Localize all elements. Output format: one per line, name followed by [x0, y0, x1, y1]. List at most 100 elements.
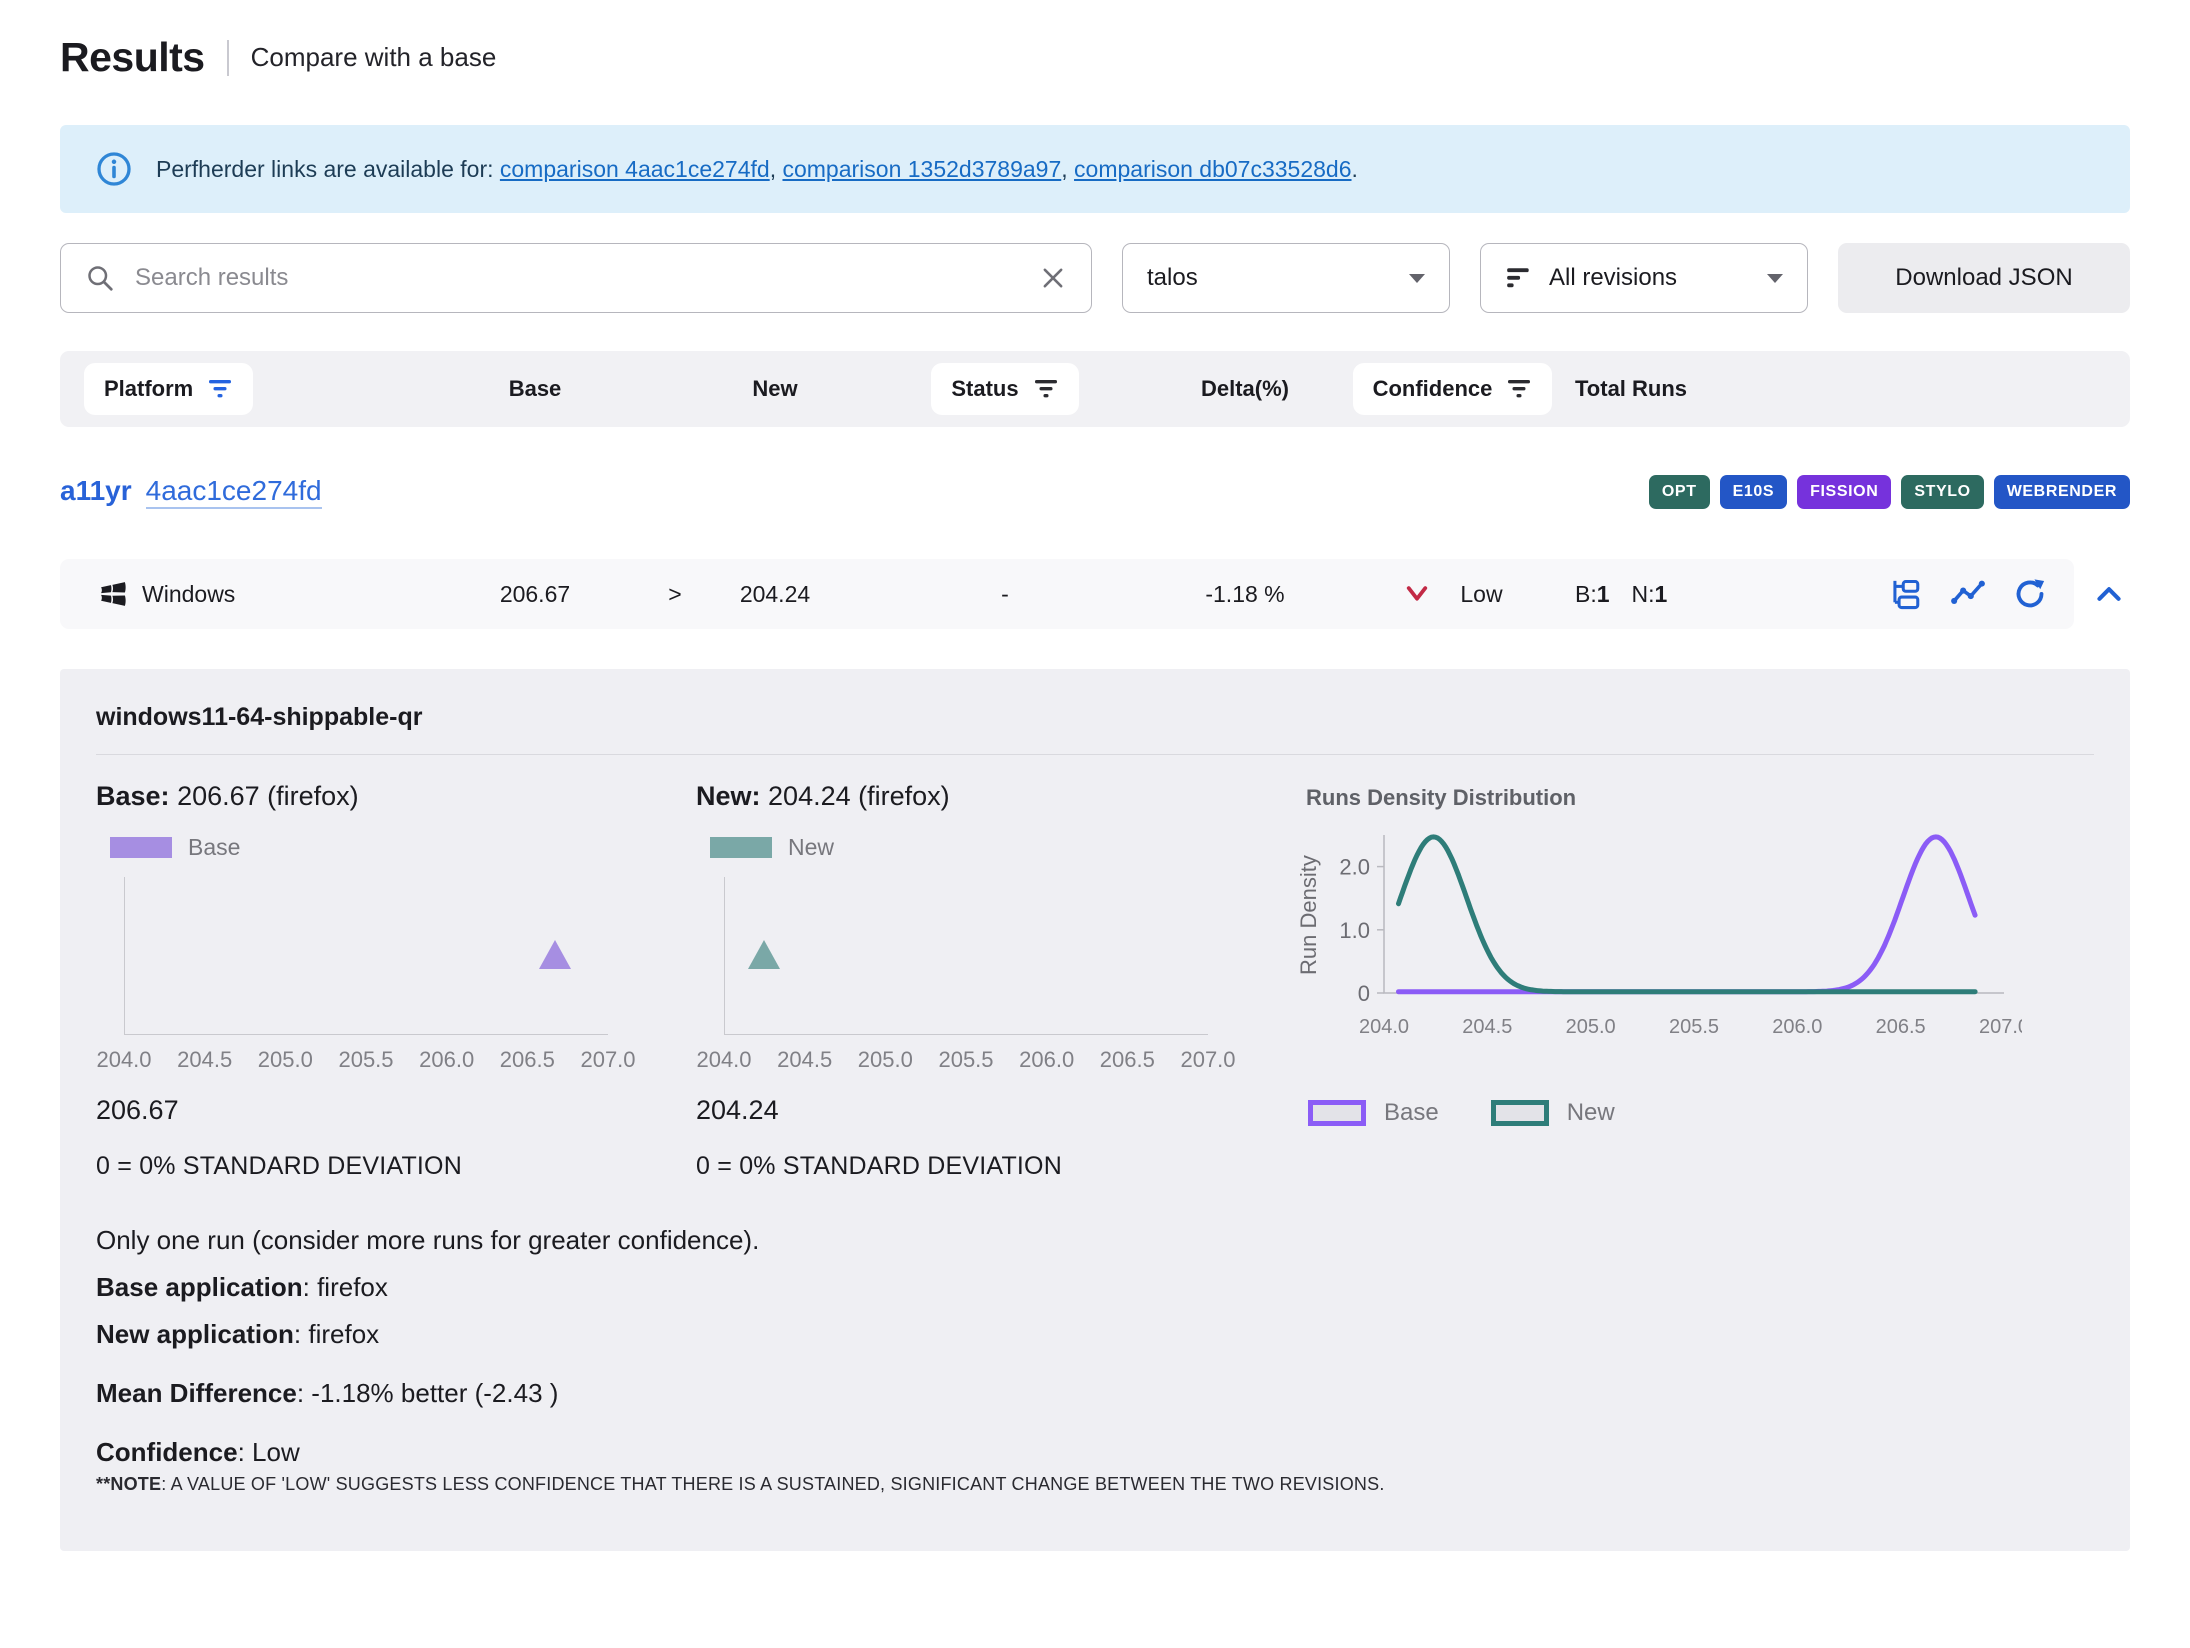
base-label: Base: — [96, 781, 170, 811]
svg-text:206.0: 206.0 — [1772, 1016, 1822, 1038]
filter-icon — [1506, 378, 1532, 400]
x-tick-label: 207.0 — [1180, 1047, 1235, 1073]
search-input[interactable] — [135, 264, 1019, 292]
platform-name: Windows — [142, 581, 235, 608]
clear-search-icon[interactable] — [1039, 264, 1067, 292]
total-runs-header-label: Total Runs — [1575, 376, 1800, 402]
new-legend-label: New — [788, 834, 834, 861]
info-icon — [96, 151, 132, 187]
x-tick-label: 206.0 — [1019, 1047, 1074, 1073]
suite-link[interactable]: a11yr — [60, 475, 132, 507]
chevron-down-icon — [1409, 274, 1425, 283]
confidence-header-label: Confidence — [1373, 376, 1493, 402]
x-tick-label: 207.0 — [580, 1047, 635, 1073]
divider — [96, 754, 2094, 755]
graph-button[interactable] — [1950, 576, 1986, 612]
legend-swatch — [1308, 1100, 1366, 1126]
line-graph-icon — [1950, 576, 1986, 612]
download-json-button[interactable]: Download JSON — [1838, 243, 2130, 313]
runs-n-value: 1 — [1655, 581, 1668, 607]
status-filter-button[interactable]: Status — [931, 363, 1078, 415]
base-run-marker — [539, 940, 571, 969]
detail-notes: Only one run (consider more runs for gre… — [96, 1225, 2094, 1495]
info-banner: Perfherder links are available for: comp… — [60, 125, 2130, 213]
legend-swatch — [1491, 1100, 1549, 1126]
x-tick-label: 205.0 — [258, 1047, 313, 1073]
page-header: Results Compare with a base — [60, 34, 2130, 81]
new-application-line: New application: firefox — [96, 1319, 2094, 1350]
tag-badge-e10s: E10S — [1720, 475, 1788, 509]
status-header-label: Status — [951, 376, 1018, 402]
status-value: - — [1001, 581, 1009, 608]
svg-text:0: 0 — [1358, 981, 1370, 1006]
refresh-icon — [2012, 576, 2048, 612]
legend-label: New — [1567, 1099, 1615, 1127]
runs-b-label: B: — [1575, 581, 1597, 607]
framework-value: talos — [1147, 264, 1198, 292]
svg-text:204.0: 204.0 — [1359, 1016, 1409, 1038]
new-run-marker — [748, 940, 780, 969]
runs-n-label: N: — [1632, 581, 1655, 607]
page-title: Results — [60, 34, 205, 81]
filter-icon — [207, 378, 233, 400]
subtests-button[interactable] — [1888, 576, 1924, 612]
svg-text:206.5: 206.5 — [1876, 1016, 1926, 1038]
base-stddev-text: 0 = 0% STANDARD DEVIATION — [96, 1152, 656, 1181]
platform-filter-button[interactable]: Platform — [84, 363, 253, 415]
retrigger-button[interactable] — [2012, 576, 2048, 612]
density-legend: Base New — [1296, 1099, 2094, 1127]
regression-down-icon — [1402, 581, 1432, 607]
base-mean-value: 206.67 — [96, 1095, 656, 1126]
base-run-plot: 204.0204.5205.0205.5206.0206.5207.0 — [96, 877, 656, 1083]
platform-header-label: Platform — [104, 376, 193, 402]
x-tick-label: 204.5 — [777, 1047, 832, 1073]
tag-badge-stylo: STYLO — [1901, 475, 1983, 509]
collapse-row-button[interactable] — [2088, 579, 2130, 609]
density-chart-title: Runs Density Distribution — [1296, 785, 2094, 811]
plot-axes — [724, 877, 1208, 1035]
x-tick-label: 206.5 — [1100, 1047, 1155, 1073]
runs-b-value: 1 — [1597, 581, 1610, 607]
legend-label: Base — [1384, 1099, 1439, 1127]
x-tick-label: 205.5 — [338, 1047, 393, 1073]
revision-link[interactable]: 4aac1ce274fd — [146, 475, 322, 509]
filter-icon — [1033, 378, 1059, 400]
comparison-link[interactable]: comparison db07c33528d6 — [1074, 156, 1351, 182]
results-table-header: Platform Base New Status Delta( — [60, 351, 2130, 427]
density-chart: Runs Density Distribution Run Density 01… — [1296, 781, 2094, 1181]
result-row: Windows 206.67 > 204.24 - -1.18 % Low B:… — [60, 559, 2074, 629]
tag-badge-opt: OPT — [1649, 475, 1710, 509]
chevron-up-icon — [2092, 579, 2126, 609]
y-axis-label: Run Density — [1296, 825, 1322, 1005]
new-swatch — [710, 837, 772, 858]
svg-text:2.0: 2.0 — [1339, 855, 1370, 880]
revisions-value: All revisions — [1549, 264, 1751, 292]
new-mean-value: 204.24 — [696, 1095, 1256, 1126]
legend-item-base: Base — [1308, 1099, 1439, 1127]
comparison-link[interactable]: comparison 4aac1ce274fd — [500, 156, 770, 182]
x-tick-label: 206.0 — [419, 1047, 474, 1073]
mean-difference-line: Mean Difference: -1.18% better (-2.43 ) — [96, 1378, 2094, 1409]
delta-value: -1.18 % — [1205, 581, 1284, 608]
comparison-link[interactable]: comparison 1352d3789a97 — [782, 156, 1061, 182]
revisions-select[interactable]: All revisions — [1480, 243, 1808, 313]
x-tick-label: 205.5 — [938, 1047, 993, 1073]
x-tick-label: 206.5 — [500, 1047, 555, 1073]
framework-select[interactable]: talos — [1122, 243, 1450, 313]
x-tick-label: 204.0 — [696, 1047, 751, 1073]
new-distribution: New: 204.24 (firefox) New 204.0204.5205.… — [696, 781, 1256, 1181]
svg-text:205.5: 205.5 — [1669, 1016, 1719, 1038]
plot-axes — [124, 877, 608, 1035]
chevron-down-icon — [1767, 274, 1783, 283]
tag-badge-fission: FISSION — [1797, 475, 1891, 509]
confidence-filter-button[interactable]: Confidence — [1353, 363, 1553, 415]
new-heading-value: 204.24 (firefox) — [768, 781, 950, 811]
result-row-wrap: Windows 206.67 > 204.24 - -1.18 % Low B:… — [60, 559, 2130, 629]
new-run-plot: 204.0204.5205.0205.5206.0206.5207.0 — [696, 877, 1256, 1083]
new-header-label: New — [700, 376, 850, 402]
x-axis-tick-labels: 204.0204.5205.0205.5206.0206.5207.0 — [124, 1047, 608, 1083]
base-application-line: Base application: firefox — [96, 1272, 2094, 1303]
svg-text:204.5: 204.5 — [1462, 1016, 1512, 1038]
new-value: 204.24 — [740, 581, 810, 608]
filter-lines-icon — [1505, 265, 1533, 291]
